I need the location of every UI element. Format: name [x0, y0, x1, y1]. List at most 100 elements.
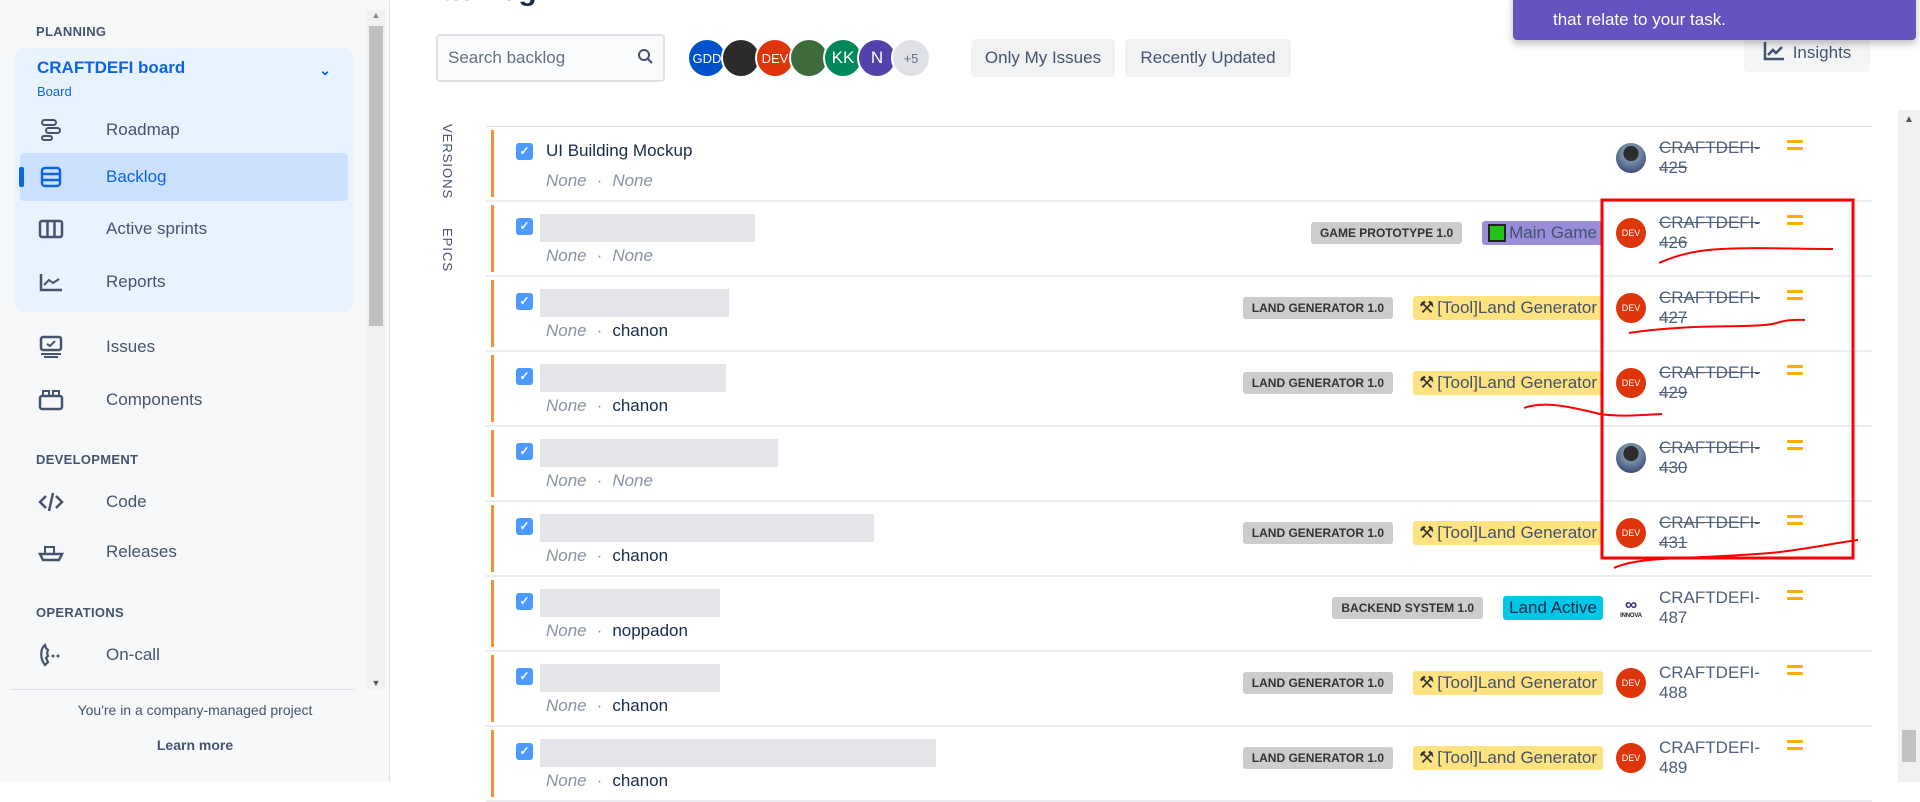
assignee-avatar[interactable]: DEV: [1616, 518, 1646, 548]
table-row[interactable]: ✓ None · None GAME PROTOTYPE 1.0 Main Game DEV…: [486, 202, 1872, 277]
sidebar-item-roadmap[interactable]: Roadmap: [20, 106, 348, 154]
main-scrollbar-thumb[interactable]: [1902, 730, 1916, 762]
checkbox-icon[interactable]: ✓: [516, 743, 533, 760]
sidebar-item-backlog[interactable]: Backlog: [19, 153, 348, 201]
epic-badge[interactable]: ⚒ [Tool]Land Generator: [1413, 746, 1603, 770]
sidebar-item-code[interactable]: Code: [20, 478, 348, 526]
version-badge[interactable]: LAND GENERATOR 1.0: [1242, 747, 1394, 769]
table-row[interactable]: ✓ None · noppadon BACKEND SYSTEM 1.0 Land Act…: [486, 577, 1872, 652]
epic-badge[interactable]: Land Active: [1503, 596, 1603, 620]
sidebar-item-components[interactable]: Components: [20, 376, 348, 424]
section-label-development: DEVELOPMENT: [36, 452, 139, 467]
epic-badge[interactable]: ⚒ [Tool]Land Generator: [1413, 371, 1603, 395]
assignee-avatar[interactable]: ∞ INNOVA: [1616, 593, 1646, 623]
table-row[interactable]: ✓ None · chanon LAND GENERATOR 1.0 ⚒ [Tool]Lan…: [486, 502, 1872, 577]
table-row[interactable]: ✓ None · None CRAFTDEFI-430: [486, 427, 1872, 502]
checkbox-icon[interactable]: ✓: [516, 593, 533, 610]
issue-summary[interactable]: UI Building Mockup: [546, 141, 692, 161]
only-my-issues-button[interactable]: Only My Issues: [971, 39, 1115, 77]
sidebar-scrollbar-thumb[interactable]: [369, 26, 383, 326]
sidebar-item-releases[interactable]: Releases: [20, 528, 348, 576]
issue-key-link[interactable]: CRAFTDEFI-426: [1659, 213, 1779, 253]
redacted-summary: [540, 289, 729, 317]
scroll-up-arrow-icon[interactable]: ▲: [367, 10, 385, 20]
epic-badge[interactable]: ⚒ [Tool]Land Generator: [1413, 671, 1603, 695]
issue-meta-2: chanon: [612, 546, 669, 565]
issue-right-fields: CRAFTDEFI-430: [1616, 438, 1872, 478]
version-badge[interactable]: LAND GENERATOR 1.0: [1242, 297, 1394, 319]
table-row[interactable]: ✓ None · chanon LAND GENERATOR 1.0 ⚒ [Tool]Lan…: [486, 277, 1872, 352]
table-row[interactable]: ✓ None · chanon LAND GENERATOR 1.0 ⚒ [Tool]Lan…: [486, 352, 1872, 427]
checkbox-icon[interactable]: ✓: [516, 518, 533, 535]
recently-updated-button[interactable]: Recently Updated: [1125, 39, 1291, 77]
issue-key-link[interactable]: CRAFTDEFI-429: [1659, 363, 1779, 403]
learn-more-link[interactable]: Learn more: [0, 737, 390, 753]
sidebar-item-label: Backlog: [106, 167, 167, 186]
checkbox-icon[interactable]: ✓: [516, 293, 533, 310]
board-title[interactable]: CRAFTDEFI board: [37, 58, 185, 78]
version-badge[interactable]: BACKEND SYSTEM 1.0: [1332, 597, 1484, 619]
assignee-avatar[interactable]: DEV: [1616, 368, 1646, 398]
scroll-up-arrow-icon[interactable]: ▲: [1898, 114, 1920, 125]
issue-meta-1: None: [546, 471, 587, 490]
issue-type-bar: [491, 655, 494, 722]
issue-key-link[interactable]: CRAFTDEFI-489: [1659, 738, 1779, 778]
epic-label: [Tool]Land Generator: [1437, 673, 1597, 692]
issue-type-bar: [491, 280, 494, 347]
priority-medium-icon: [1787, 365, 1803, 375]
checkbox-icon[interactable]: ✓: [516, 143, 533, 160]
epic-badge[interactable]: ⚒ [Tool]Land Generator: [1413, 521, 1603, 545]
sidebar-item-reports[interactable]: Reports: [20, 258, 348, 306]
search-backlog-field[interactable]: [436, 34, 665, 82]
assignee-avatar[interactable]: DEV: [1616, 293, 1646, 323]
onboarding-toast: that relate to your task.: [1513, 0, 1916, 40]
checkbox-icon[interactable]: ✓: [516, 218, 533, 235]
issue-meta-1: None: [546, 696, 587, 715]
avatar[interactable]: +5: [891, 38, 931, 78]
checkbox-icon[interactable]: ✓: [516, 668, 533, 685]
issue-key-link[interactable]: CRAFTDEFI-430: [1659, 438, 1779, 478]
version-badge[interactable]: GAME PROTOTYPE 1.0: [1310, 222, 1463, 244]
versions-tab[interactable]: VERSIONS: [440, 124, 455, 199]
epic-badge[interactable]: Main Game: [1482, 221, 1603, 245]
main-scrollbar[interactable]: ▲: [1898, 110, 1920, 782]
sidebar-scrollbar[interactable]: ▲ ▼: [367, 10, 385, 690]
checkbox-icon[interactable]: ✓: [516, 443, 533, 460]
issue-key-link[interactable]: CRAFTDEFI-431: [1659, 513, 1779, 553]
issue-key-link[interactable]: CRAFTDEFI-487: [1659, 588, 1779, 628]
issue-key-link[interactable]: CRAFTDEFI-427: [1659, 288, 1779, 328]
issue-right-fields: BACKEND SYSTEM 1.0 Land Active ∞ INNOVA CRAF…: [1332, 588, 1872, 628]
issue-key-link[interactable]: CRAFTDEFI-425: [1659, 138, 1779, 178]
epic-label: [Tool]Land Generator: [1437, 298, 1597, 317]
table-row[interactable]: ✓ UI Building Mockup None · None CRAFTDEFI-42…: [486, 127, 1872, 202]
toast-text: that relate to your task.: [1553, 10, 1726, 29]
assignee-avatar[interactable]: DEV: [1616, 218, 1646, 248]
section-label-operations: OPERATIONS: [36, 605, 124, 620]
version-badge[interactable]: LAND GENERATOR 1.0: [1242, 672, 1394, 694]
issue-key-link[interactable]: CRAFTDEFI-488: [1659, 663, 1779, 703]
sidebar-item-on-call[interactable]: On-call: [20, 631, 348, 679]
search-input[interactable]: [448, 48, 618, 68]
scroll-down-arrow-icon[interactable]: ▼: [367, 678, 385, 688]
issue-right-fields: GAME PROTOTYPE 1.0 Main Game DEV CRAFTDEFI-…: [1310, 213, 1872, 253]
checkbox-icon[interactable]: ✓: [516, 368, 533, 385]
sidebar-item-label: Active sprints: [106, 219, 208, 238]
epic-badge[interactable]: ⚒ [Tool]Land Generator: [1413, 296, 1603, 320]
version-badge[interactable]: LAND GENERATOR 1.0: [1242, 372, 1394, 394]
chevron-down-icon[interactable]: ⌄: [319, 62, 331, 79]
assignee-avatar[interactable]: DEV: [1616, 668, 1646, 698]
epics-tab[interactable]: EPICS: [440, 228, 455, 272]
separator-dot: ·: [596, 246, 603, 265]
assignee-avatar[interactable]: [1616, 443, 1646, 473]
active-sprints-icon: [36, 218, 66, 240]
sidebar-item-issues[interactable]: Issues: [20, 323, 348, 371]
version-badge[interactable]: LAND GENERATOR 1.0: [1242, 522, 1394, 544]
redacted-summary: [540, 514, 874, 542]
issue-type-bar: [491, 205, 494, 272]
sidebar-item-active-sprints[interactable]: Active sprints: [20, 205, 348, 253]
issue-type-bar: [491, 130, 494, 197]
assignee-avatar[interactable]: DEV: [1616, 743, 1646, 773]
assignee-avatar[interactable]: [1616, 143, 1646, 173]
table-row[interactable]: ✓ None · chanon LAND GENERATOR 1.0 ⚒ [Tool]Lan…: [486, 727, 1872, 802]
table-row[interactable]: ✓ None · chanon LAND GENERATOR 1.0 ⚒ [Tool]Lan…: [486, 652, 1872, 727]
